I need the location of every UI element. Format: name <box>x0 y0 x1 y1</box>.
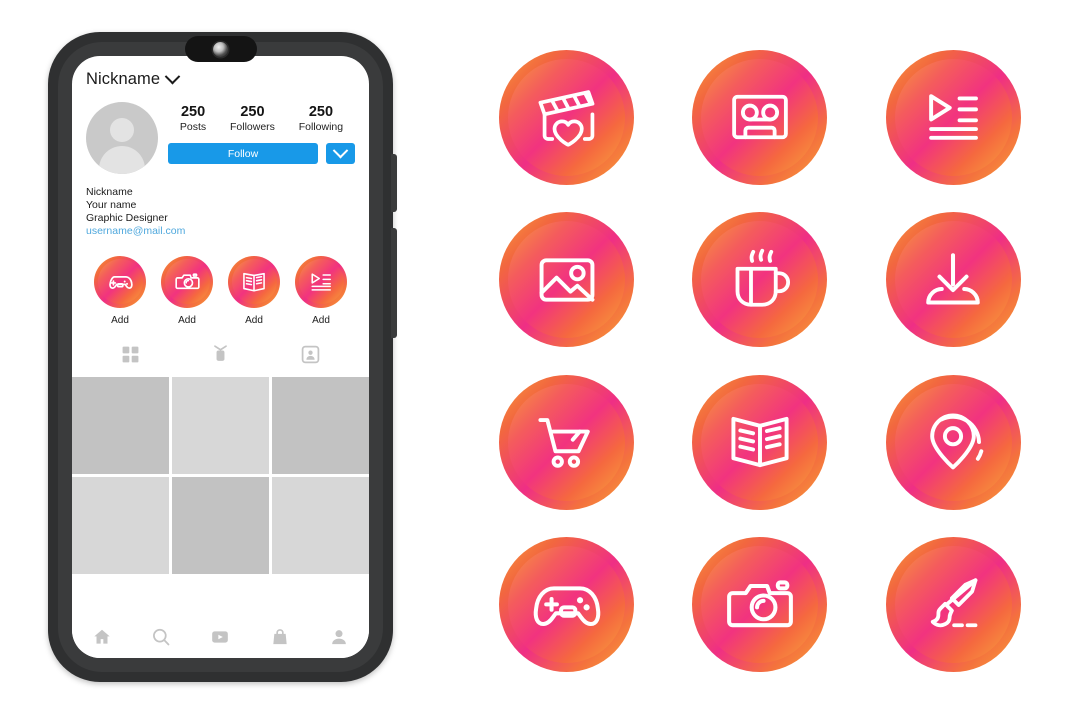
phone-screen: Nickname 250 Posts 250 Followers 250 Fol… <box>72 56 369 658</box>
home-icon <box>94 629 110 644</box>
highlight-item-playlist[interactable]: Add <box>293 255 349 326</box>
highlight-circle[interactable] <box>161 255 213 308</box>
icon-badge-camera[interactable] <box>692 537 828 673</box>
more-options-button[interactable] <box>326 143 355 165</box>
nav-profile[interactable] <box>328 626 350 648</box>
highlight-circle[interactable] <box>94 255 146 308</box>
icon-badge-grid <box>470 36 1050 686</box>
follow-button[interactable]: Follow <box>168 143 318 165</box>
profile-icon <box>332 630 347 645</box>
stat-following[interactable]: 250 Following <box>299 104 343 134</box>
bottom-navigation <box>72 616 369 658</box>
icon-badge-photo-image[interactable] <box>499 212 635 348</box>
highlight-label: Add <box>178 314 196 326</box>
grid-photo-4[interactable] <box>72 476 169 574</box>
highlight-circle[interactable] <box>295 255 347 308</box>
icon-badge-shopping-cart[interactable] <box>499 374 635 510</box>
highlight-item-camera[interactable]: Add <box>159 255 215 326</box>
highlight-item-gamepad[interactable]: Add <box>92 255 148 326</box>
profile-bio: Nickname Your name Graphic Designer user… <box>86 186 355 238</box>
highlight-item-book[interactable]: Add <box>226 255 282 326</box>
photo-image-icon <box>530 243 604 317</box>
grid-photo-3[interactable] <box>272 376 369 474</box>
phone-side-button-volume[interactable] <box>391 154 397 212</box>
gamepad-icon <box>529 567 605 643</box>
chevron-down-icon[interactable] <box>164 68 181 85</box>
icon-badge-paint-brush[interactable] <box>885 537 1021 673</box>
icon-badge-coffee-cup[interactable] <box>692 212 828 348</box>
phone-side-button-power[interactable] <box>391 228 397 338</box>
highlight-label: Add <box>245 314 263 326</box>
chevron-down-icon <box>332 143 349 159</box>
bio-email-link[interactable]: username@mail.com <box>86 225 355 238</box>
story-highlights: Add Add Add Add <box>86 238 355 326</box>
playlist-icon <box>918 82 988 152</box>
avatar[interactable] <box>86 102 158 174</box>
stat-label: Following <box>298 120 344 133</box>
cassette-tape-icon <box>724 81 796 153</box>
highlight-label: Add <box>312 314 330 326</box>
reels-tab-icon <box>214 345 227 361</box>
tab-reels[interactable] <box>209 344 231 366</box>
tab-tagged[interactable] <box>299 344 321 366</box>
paint-brush-icon <box>917 569 989 641</box>
bio-line-1: Nickname <box>86 186 133 198</box>
tagged-tab-icon <box>301 345 319 364</box>
location-pin-icon <box>916 405 990 479</box>
open-book-icon <box>723 405 797 479</box>
stat-value: 250 <box>180 104 206 120</box>
profile-header[interactable]: Nickname <box>86 68 355 89</box>
tab-grid[interactable] <box>120 344 142 366</box>
avatar-body-shape <box>99 146 145 174</box>
nav-search[interactable] <box>150 626 172 648</box>
phone-body: Nickname 250 Posts 250 Followers 250 Fol… <box>48 32 397 682</box>
camera-icon <box>161 256 213 308</box>
highlight-circle[interactable] <box>228 255 280 308</box>
playlist-icon <box>295 256 347 308</box>
phone-notch <box>184 36 257 62</box>
icon-badge-cassette-tape[interactable] <box>692 49 828 185</box>
search-icon <box>153 628 170 646</box>
open-book-icon <box>228 256 280 308</box>
icon-badge-playlist[interactable] <box>885 49 1021 185</box>
profile-stats: 250 Posts 250 Followers 250 Following <box>168 102 355 134</box>
stat-label: Posts <box>179 120 207 133</box>
reels-play-icon <box>212 631 229 643</box>
profile-tabs <box>86 326 355 377</box>
stat-label: Followers <box>229 120 275 133</box>
stat-posts[interactable]: 250 Posts <box>180 104 206 134</box>
stat-value: 250 <box>240 104 265 120</box>
shop-bag-icon <box>273 629 287 645</box>
phone-mockup: Nickname 250 Posts 250 Followers 250 Fol… <box>48 32 397 682</box>
grid-photo-6[interactable] <box>272 476 369 574</box>
camera-icon <box>722 567 798 643</box>
gamepad-icon <box>94 256 146 308</box>
grid-photo-5[interactable] <box>172 476 269 574</box>
grid-photo-2[interactable] <box>172 376 269 474</box>
bio-line-2: Your name <box>86 198 137 211</box>
grid-photo-1[interactable] <box>72 376 169 474</box>
photo-grid <box>72 376 369 574</box>
nav-home[interactable] <box>91 626 113 648</box>
highlight-label: Add <box>111 314 129 326</box>
shopping-cart-icon <box>530 405 604 479</box>
icon-badge-download[interactable] <box>885 212 1021 348</box>
icon-badge-clapperboard-heart[interactable] <box>499 49 635 185</box>
avatar-head-shape <box>110 118 134 142</box>
nav-shop[interactable] <box>269 626 291 648</box>
stat-followers[interactable]: 250 Followers <box>230 104 275 134</box>
profile-summary: 250 Posts 250 Followers 250 Following Fo… <box>86 102 355 174</box>
nav-reels[interactable] <box>209 626 231 648</box>
front-camera-icon <box>213 41 228 57</box>
coffee-cup-icon <box>724 244 796 316</box>
icon-badge-open-book[interactable] <box>692 374 828 510</box>
bio-line-3: Graphic Designer <box>86 211 168 224</box>
page-title: Nickname <box>86 70 161 88</box>
icon-badge-location-pin[interactable] <box>885 374 1021 510</box>
stat-value: 250 <box>308 104 334 120</box>
grid-tab-icon <box>122 346 139 363</box>
clapperboard-heart-icon <box>530 80 604 154</box>
download-icon <box>917 244 989 316</box>
icon-badge-gamepad[interactable] <box>499 537 635 673</box>
